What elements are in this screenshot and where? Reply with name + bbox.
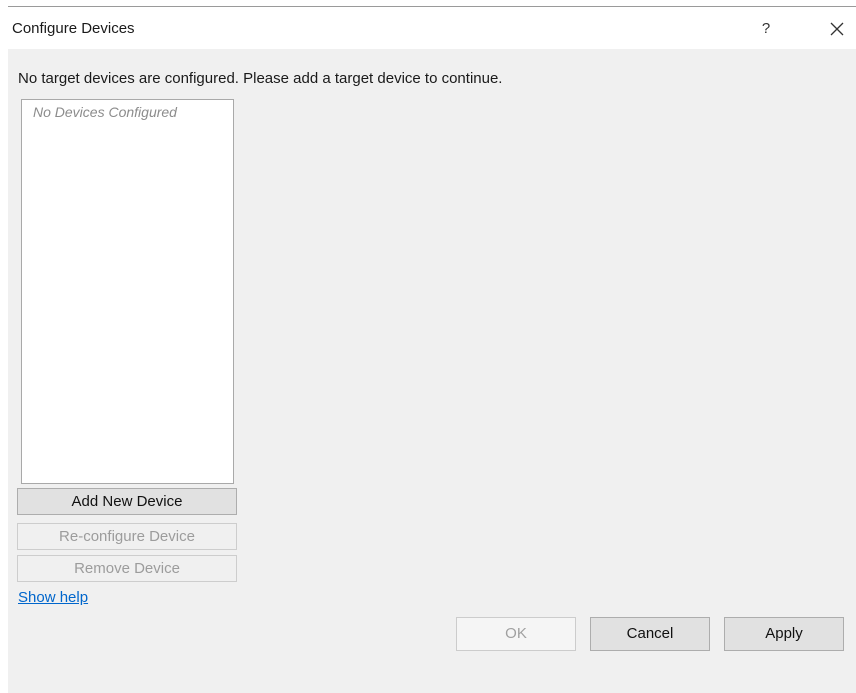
ok-button[interactable]: OK <box>456 617 576 651</box>
reconfigure-device-button[interactable]: Re-configure Device <box>17 523 237 550</box>
cancel-button[interactable]: Cancel <box>590 617 710 651</box>
remove-device-button[interactable]: Remove Device <box>17 555 237 582</box>
configure-devices-dialog: Configure Devices ? No target devices ar… <box>8 6 856 693</box>
add-new-device-button[interactable]: Add New Device <box>17 488 237 515</box>
device-list[interactable]: No Devices Configured <box>21 99 234 484</box>
close-button[interactable] <box>822 15 852 43</box>
title-bar: Configure Devices ? <box>8 7 856 49</box>
dialog-title: Configure Devices <box>12 20 135 37</box>
close-icon <box>830 22 844 36</box>
apply-button[interactable]: Apply <box>724 617 844 651</box>
device-list-empty-text: No Devices Configured <box>33 104 177 120</box>
status-message: No target devices are configured. Please… <box>18 70 503 87</box>
show-help-link[interactable]: Show help <box>18 589 88 606</box>
help-button[interactable]: ? <box>751 15 781 43</box>
